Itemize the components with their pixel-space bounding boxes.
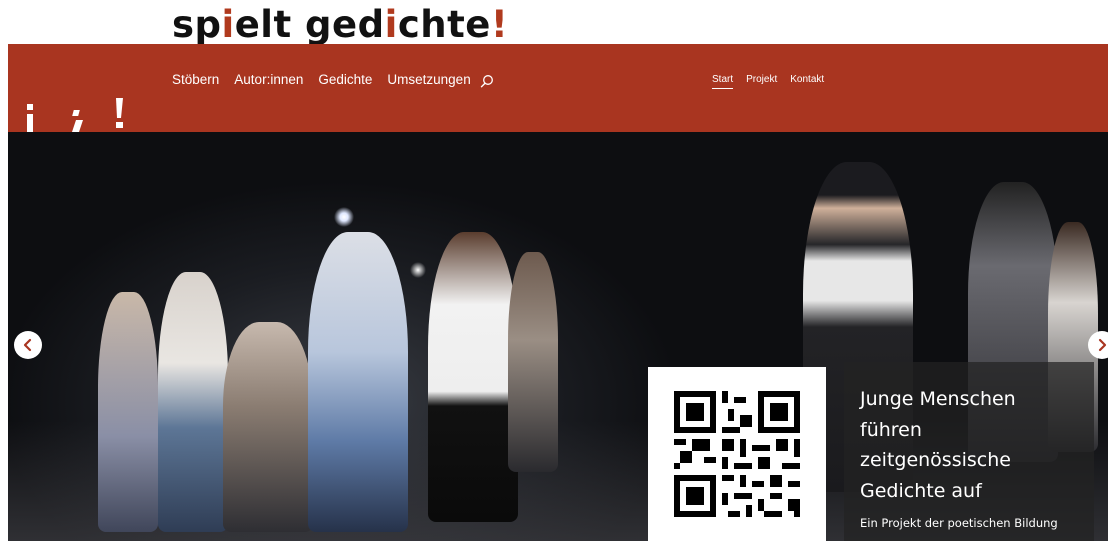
logo-text-3: chte xyxy=(397,3,491,46)
meta-nav-start[interactable]: Start xyxy=(712,74,734,89)
performer-figure xyxy=(158,272,228,532)
performer-figure xyxy=(98,292,158,532)
nav-item-stoebern[interactable]: Stöbern xyxy=(172,72,219,87)
logo-accent-2: i xyxy=(384,3,398,46)
site-logo[interactable]: spielt gedichte! xyxy=(172,6,508,43)
nav-item-umsetzungen[interactable]: Umsetzungen xyxy=(387,72,470,87)
hero-subline: Ein Projekt der poetischen Bildung xyxy=(860,516,1058,530)
hero-caption: Junge Menschen führen zeitgenössische Ge… xyxy=(844,362,1094,541)
slider-prev-button[interactable] xyxy=(14,331,42,359)
performer-figure xyxy=(308,232,408,532)
logo-accent-1: i xyxy=(221,3,235,46)
chevron-left-icon xyxy=(23,338,32,352)
search-icon[interactable] xyxy=(480,73,494,87)
hero-headline: Junge Menschen führen zeitgenössische Ge… xyxy=(860,388,1016,502)
logo-accent-3: ! xyxy=(490,3,509,46)
nav-item-autorinnen[interactable]: Autor:innen xyxy=(234,72,303,87)
slider-next-button[interactable] xyxy=(1088,331,1108,359)
meta-nav: Start Projekt Kontakt xyxy=(712,74,824,89)
punctuation-decoration xyxy=(27,98,123,132)
header-bar xyxy=(8,44,1108,132)
performer-figure xyxy=(508,252,558,472)
qr-code-icon[interactable] xyxy=(648,367,826,541)
meta-nav-projekt[interactable]: Projekt xyxy=(746,74,777,89)
logo-text-2: elt ged xyxy=(234,3,385,46)
logo-text-1: sp xyxy=(172,3,222,46)
meta-nav-kontakt[interactable]: Kontakt xyxy=(790,74,824,89)
nav-item-gedichte[interactable]: Gedichte xyxy=(318,72,372,87)
performer-figure xyxy=(223,322,313,532)
chevron-right-icon xyxy=(1098,338,1107,352)
performer-figure xyxy=(428,232,518,522)
main-nav: Stöbern Autor:innen Gedichte Umsetzungen xyxy=(172,72,494,87)
